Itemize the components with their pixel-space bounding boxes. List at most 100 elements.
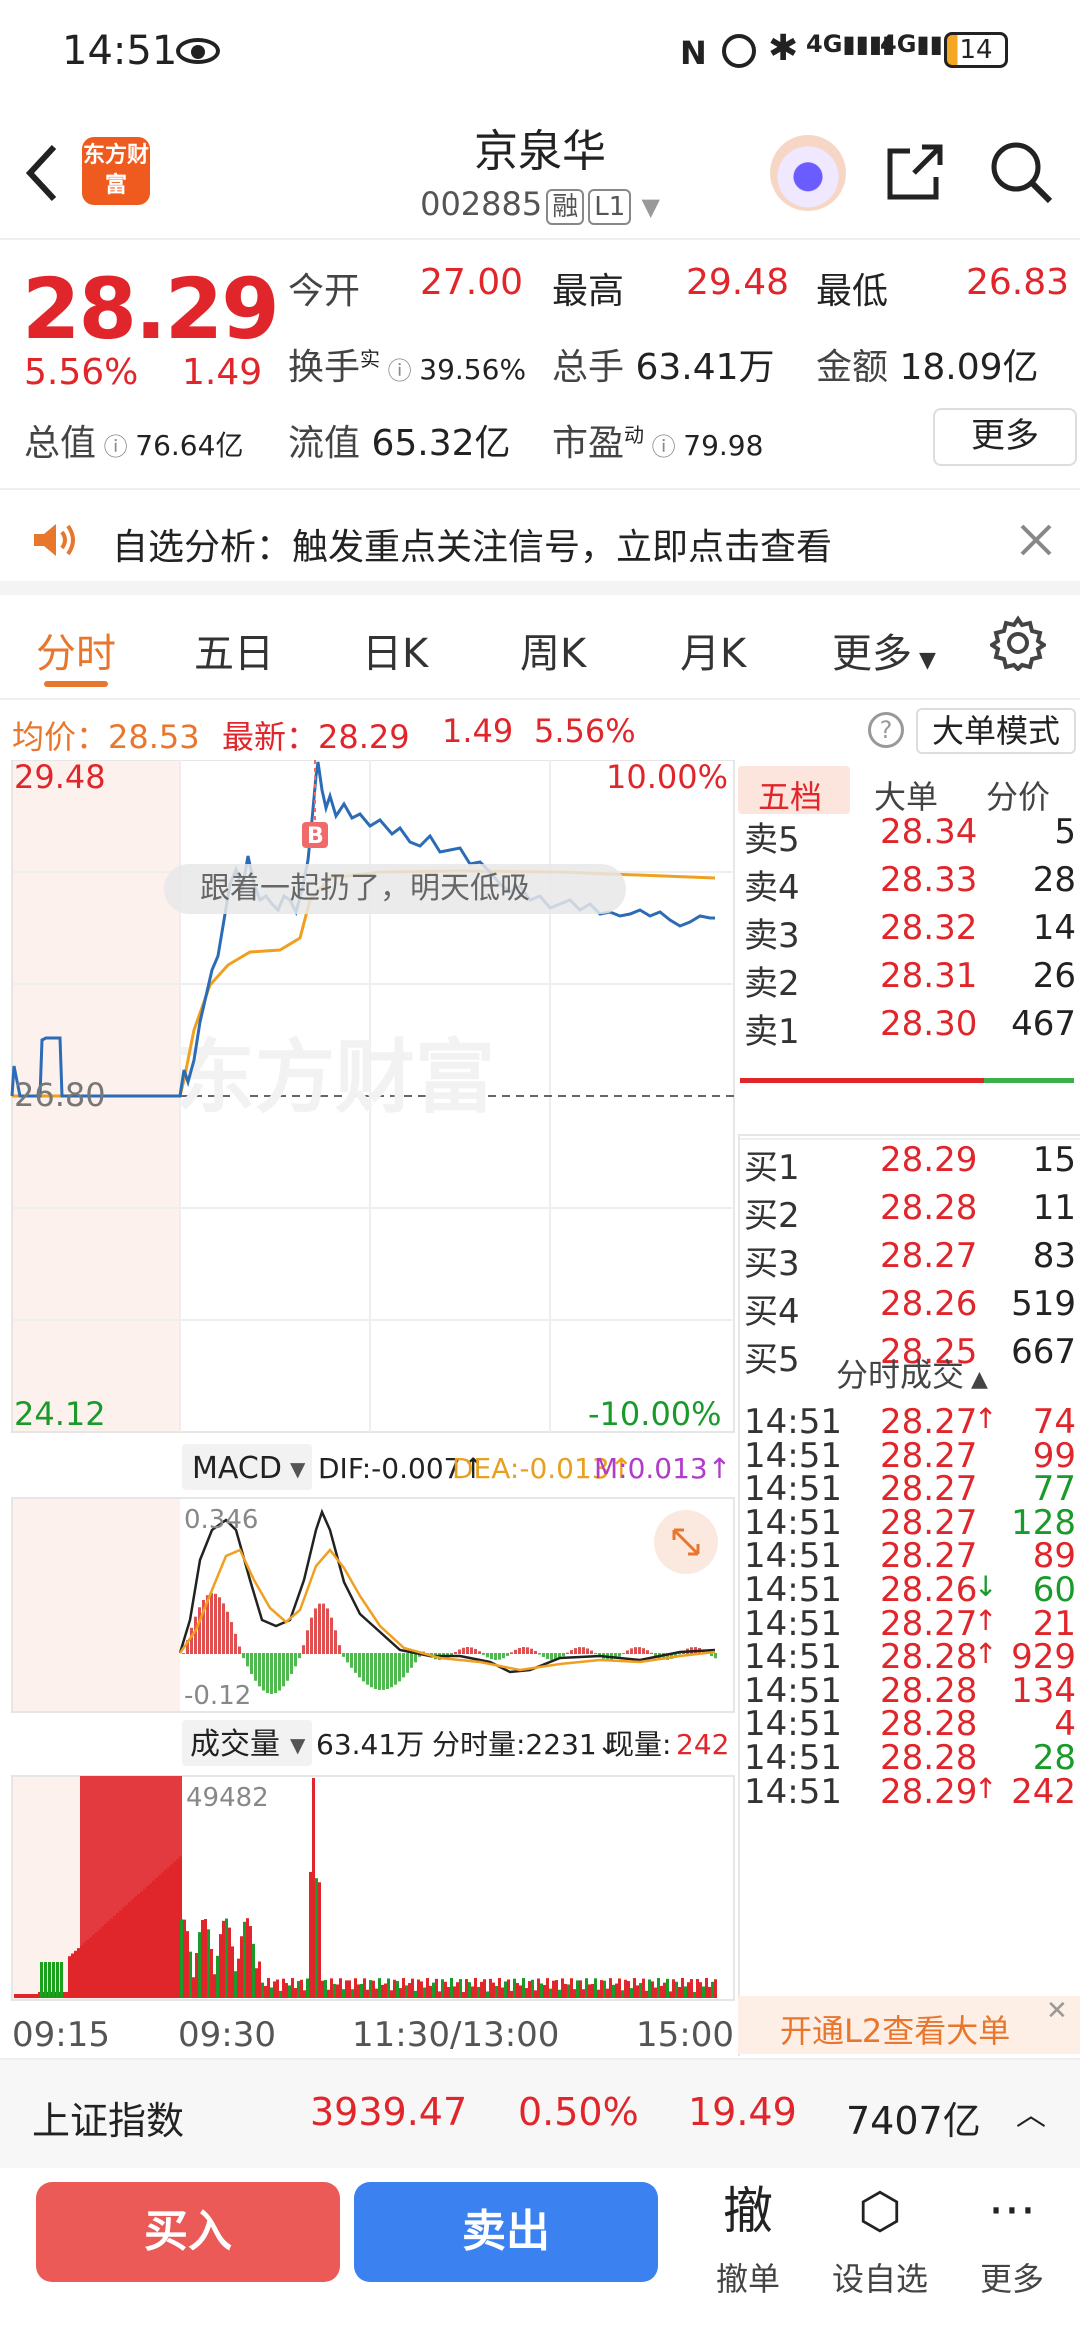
volume-bar xyxy=(74,1950,77,1998)
cancel-order-button[interactable]: 撤 撤单 xyxy=(688,2178,808,2300)
big-order-mode-button[interactable]: 大单模式 xyxy=(916,708,1076,754)
notice-text: 自选分析：触发重点关注信号，立即点击查看 xyxy=(112,527,833,568)
volume-bar xyxy=(498,1978,501,1998)
float-cap: 流值 65.32亿 xyxy=(288,423,511,464)
chevron-up-icon[interactable]: ︿ xyxy=(1016,2090,1046,2134)
volume-bar xyxy=(363,1978,366,1998)
battery-icon: 14 xyxy=(944,32,1008,68)
volume-minute: 分时量:2231↓ xyxy=(432,1728,620,1761)
volume-bar xyxy=(176,1776,179,1998)
macd-bar xyxy=(218,1597,221,1654)
volume-bar xyxy=(360,1983,363,1998)
speaker-icon xyxy=(34,524,75,556)
index-value: 3939.47 xyxy=(310,2090,468,2134)
macd-bar xyxy=(402,1653,405,1678)
macd-bar xyxy=(466,1647,469,1654)
sell-button[interactable]: 卖出 xyxy=(354,2182,658,2282)
more-quote-button[interactable]: 更多 xyxy=(933,408,1077,466)
volume-bar xyxy=(615,1983,618,1998)
tab-monthly-k[interactable]: 月K xyxy=(680,621,746,679)
macd-bar xyxy=(474,1648,477,1654)
tab-five-day[interactable]: 五日 xyxy=(194,621,274,679)
macd-bar xyxy=(570,1650,573,1654)
index-change: 19.49 xyxy=(688,2090,797,2134)
amount: 金额 18.09亿 xyxy=(816,347,1039,388)
macd-bar xyxy=(306,1630,309,1654)
volume-bar xyxy=(522,1978,525,1998)
volume-bar xyxy=(152,1776,155,1998)
tab-more[interactable]: 更多 ▼ xyxy=(832,621,936,679)
volume-bar xyxy=(660,1985,663,1998)
volume-bar xyxy=(273,1981,276,1998)
volume-bar xyxy=(477,1986,480,1998)
volume-bar xyxy=(576,1980,579,1998)
volume-bar xyxy=(261,1982,264,1998)
share-icon[interactable] xyxy=(884,141,946,203)
buy-level-3: 买3 28.27 83 xyxy=(738,1236,1080,1284)
close-icon[interactable] xyxy=(1018,522,1054,558)
intraday-chart[interactable]: 东方财富 B 跟着一起扔了，明天低吸 29.48 26.80 24.12 10.… xyxy=(0,758,738,2055)
volume-bar xyxy=(681,1978,684,1998)
macd-bar xyxy=(266,1653,269,1694)
volume-bar xyxy=(486,1991,489,1998)
volume-bar xyxy=(26,1994,29,1998)
volume-bar xyxy=(600,1980,603,1998)
close-icon[interactable]: ✕ xyxy=(1046,1996,1068,2026)
index-amount: 7407亿 xyxy=(846,2099,981,2143)
volume-bar xyxy=(453,1986,456,1998)
hexagon-icon: ⬡ xyxy=(858,2182,902,2240)
level-label: 卖4 xyxy=(744,868,800,908)
robot-assistant-icon[interactable] xyxy=(770,135,846,211)
tab-weekly-k[interactable]: 周K xyxy=(520,621,586,679)
level-price: 28.30 xyxy=(880,1004,978,1044)
volume-bar xyxy=(167,1776,170,1998)
volume-bar xyxy=(591,1983,594,1998)
search-icon[interactable] xyxy=(988,139,1054,205)
macd-bar xyxy=(370,1653,373,1688)
macd-bar xyxy=(182,1653,185,1654)
change-amount: 1.49 xyxy=(182,352,263,393)
ticks-title[interactable]: 分时成交 ▲ xyxy=(836,1350,988,1396)
more-button[interactable]: ··· 更多 xyxy=(952,2178,1072,2300)
l2-banner[interactable]: 开通L2查看大单 ✕ xyxy=(738,1996,1080,2054)
volume-bar xyxy=(684,1986,687,1998)
level-volume: 11 xyxy=(1032,1188,1076,1228)
volume-bar xyxy=(327,1989,330,1998)
volume-bar xyxy=(375,1988,378,1998)
tab-intraday[interactable]: 分时 xyxy=(36,621,116,679)
tick-row: 14:51 28.27 ↑ 21 xyxy=(738,1604,1080,1644)
volume-bar xyxy=(213,1974,216,1998)
macd-bar xyxy=(366,1653,369,1685)
y-bot-label: 24.12 xyxy=(14,1395,106,1433)
volume-bar xyxy=(585,1978,588,1998)
volume-bar xyxy=(234,1971,237,1998)
macd-bar xyxy=(282,1653,285,1687)
volume-bar xyxy=(579,1980,582,1998)
tick-row: 14:51 28.28 4 xyxy=(738,1704,1080,1744)
volume-bar xyxy=(603,1980,606,1998)
add-watchlist-button[interactable]: ⬡ 设自选 xyxy=(820,2178,940,2300)
level-volume: 26 xyxy=(1032,956,1076,996)
macd-bar xyxy=(258,1653,261,1687)
gear-icon[interactable] xyxy=(990,615,1046,671)
buy-button[interactable]: 买入 xyxy=(36,2182,340,2282)
volume-bar xyxy=(249,1926,252,1998)
volume-bar xyxy=(384,1983,387,1998)
volume-bar xyxy=(426,1978,429,1998)
sell-level-2: 卖4 28.33 28 xyxy=(738,860,1080,908)
volume-bar xyxy=(396,1981,399,1998)
macd-bar xyxy=(626,1650,629,1654)
volume-bar xyxy=(32,1994,35,1998)
volume-bar xyxy=(534,1990,537,1998)
macd-bar xyxy=(310,1617,313,1654)
analysis-notice[interactable]: 自选分析：触发重点关注信号，立即点击查看 xyxy=(0,490,1080,595)
volume-bar xyxy=(516,1983,519,1998)
index-bar[interactable]: 上证指数 3939.47 0.50% 19.49 7407亿 ︿ xyxy=(0,2058,1080,2168)
help-icon[interactable]: ? xyxy=(868,712,904,748)
volume-bar xyxy=(705,1978,708,1998)
volume-bar xyxy=(459,1979,462,1998)
macd-bar xyxy=(302,1645,305,1654)
macd-bar xyxy=(334,1630,337,1654)
tab-daily-k[interactable]: 日K xyxy=(362,621,428,679)
sell-level-5: 卖1 28.30 467 xyxy=(738,1004,1080,1052)
